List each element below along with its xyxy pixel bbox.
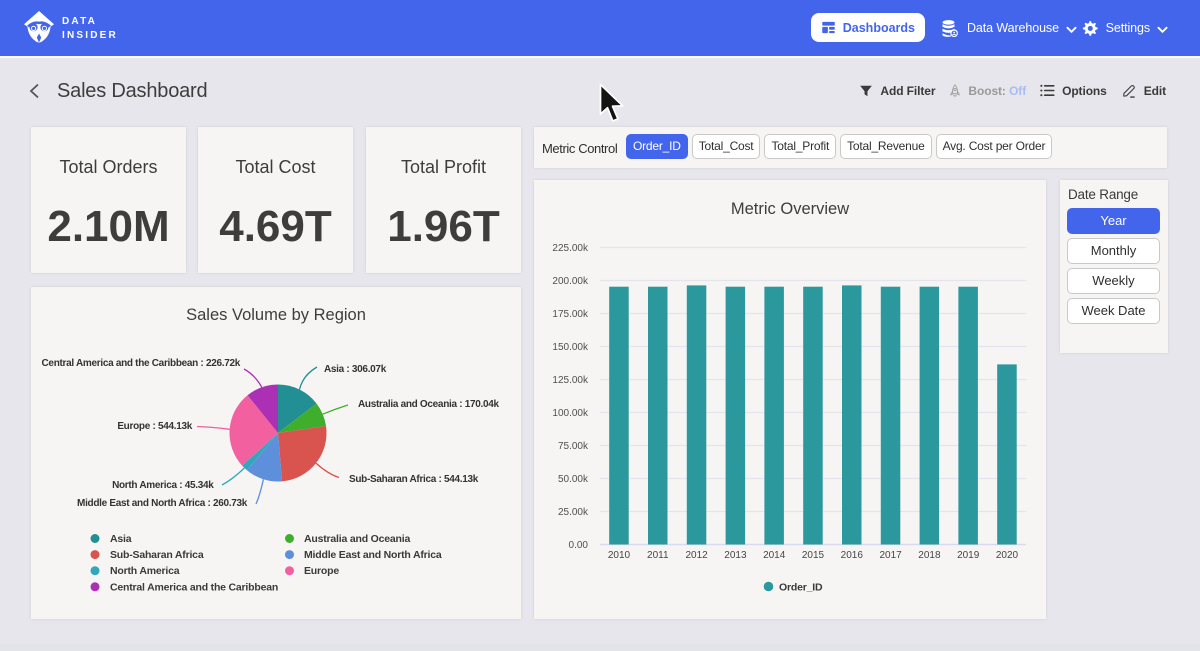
svg-text:2019: 2019 (957, 550, 980, 561)
svg-text:Middle East and North Africa: Middle East and North Africa (304, 549, 442, 561)
svg-text:Central America and the Caribb: Central America and the Caribbean (110, 581, 278, 593)
svg-text:Australia and Oceania : 170.04: Australia and Oceania : 170.04k (358, 399, 500, 410)
svg-text:25.00k: 25.00k (558, 507, 589, 518)
svg-text:2012: 2012 (685, 550, 708, 561)
svg-text:225.00k: 225.00k (552, 243, 589, 254)
svg-text:2017: 2017 (879, 550, 902, 561)
svg-text:Sub-Saharan Africa : 544.13k: Sub-Saharan Africa : 544.13k (349, 474, 479, 485)
svg-text:2016: 2016 (841, 550, 864, 561)
svg-text:2013: 2013 (724, 550, 747, 561)
svg-text:2011: 2011 (647, 550, 669, 561)
svg-text:2020: 2020 (996, 550, 1019, 561)
svg-text:Order_ID: Order_ID (779, 582, 823, 594)
svg-text:Europe: Europe (304, 565, 339, 577)
svg-text:2018: 2018 (918, 550, 941, 561)
svg-text:2010: 2010 (608, 550, 631, 561)
svg-text:175.00k: 175.00k (552, 309, 589, 320)
svg-text:50.00k: 50.00k (558, 474, 589, 485)
svg-text:200.00k: 200.00k (552, 276, 589, 287)
svg-text:2015: 2015 (802, 550, 825, 561)
svg-text:Europe : 544.13k: Europe : 544.13k (117, 421, 192, 432)
svg-text:75.00k: 75.00k (558, 441, 589, 452)
svg-text:Middle East and North Africa :: Middle East and North Africa : 260.73k (77, 498, 248, 509)
svg-text:2014: 2014 (763, 550, 786, 561)
svg-text:Sales Volume by Region: Sales Volume by Region (186, 306, 366, 324)
svg-text:Metric Overview: Metric Overview (731, 200, 849, 218)
svg-text:Sub-Saharan Africa: Sub-Saharan Africa (110, 549, 204, 561)
svg-text:North America: North America (110, 565, 180, 577)
svg-text:Central America and the Caribb: Central America and the Caribbean : 226.… (42, 358, 241, 369)
svg-text:0.00: 0.00 (569, 540, 589, 551)
svg-text:Asia: Asia (110, 533, 132, 545)
svg-text:100.00k: 100.00k (552, 408, 589, 419)
svg-text:125.00k: 125.00k (552, 375, 589, 386)
svg-text:North America : 45.34k: North America : 45.34k (112, 480, 214, 491)
svg-text:Asia : 306.07k: Asia : 306.07k (324, 364, 387, 375)
svg-text:150.00k: 150.00k (552, 342, 589, 353)
svg-text:Australia and Oceania: Australia and Oceania (304, 533, 410, 545)
